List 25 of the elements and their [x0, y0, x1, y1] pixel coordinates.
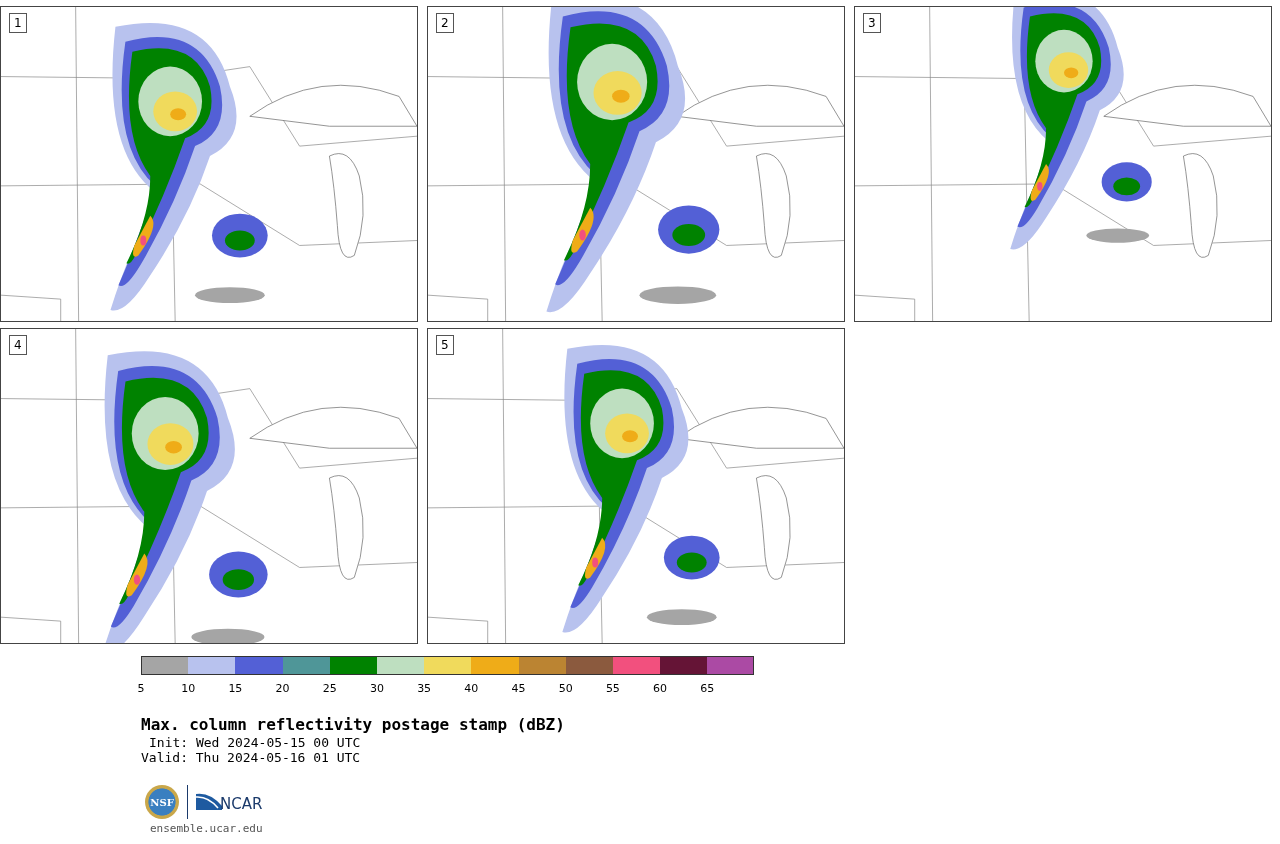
brand-logo: NCAR: [220, 797, 263, 812]
tick-label: 40: [464, 682, 479, 695]
tick-label: 5: [137, 682, 145, 695]
tick-label: 55: [605, 682, 620, 695]
site-address: ensemble.ucar.edu: [150, 821, 264, 837]
tick-label: 30: [369, 682, 384, 695]
valid-time: Valid: Thu 2024-05-16 01 UTC: [141, 750, 362, 765]
panel-number: 5: [436, 335, 454, 355]
tick-label: 50: [558, 682, 573, 695]
plot-title: Max. column reflectivity postage stamp (dBZ): [141, 715, 566, 735]
panel-number: 1: [9, 13, 27, 33]
panel-number: 4: [9, 335, 27, 355]
panel-number: 2: [436, 13, 454, 33]
seal-logo: NSF: [145, 785, 179, 819]
tick-label: 35: [417, 682, 432, 695]
tick-label: 25: [322, 682, 337, 695]
tick-label: 45: [511, 682, 526, 695]
swoosh-icon: [196, 792, 222, 812]
tick-label: 65: [700, 682, 715, 695]
tick-label: 15: [228, 682, 243, 695]
init-time: Init: Wed 2024-05-15 00 UTC: [149, 735, 362, 750]
tick-label: 20: [275, 682, 290, 695]
tick-label: 60: [653, 682, 668, 695]
tick-label: 10: [181, 682, 196, 695]
panel-number: 3: [863, 13, 881, 33]
